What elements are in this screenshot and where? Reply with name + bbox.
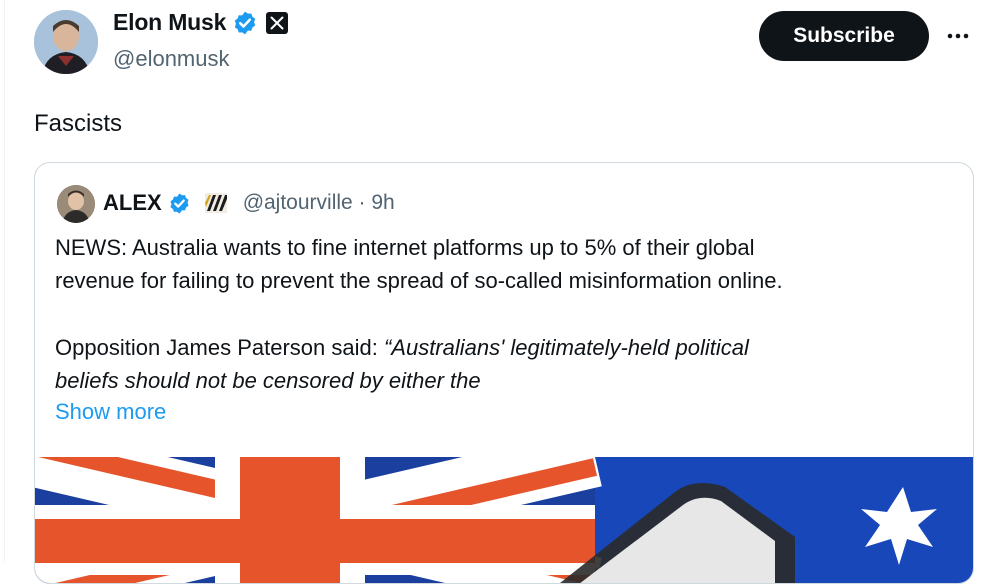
tweet-text: Fascists [34, 110, 123, 137]
quoted-tweet-card[interactable]: ALEX @ajtourville · 9h NEWS: Australia w… [34, 162, 974, 584]
quoted-text-line: revenue for failing to prevent the sprea… [55, 268, 783, 293]
quoted-text-line: beliefs should not be censored by either… [55, 368, 481, 393]
left-divider [4, 0, 5, 563]
author-name[interactable]: Elon Musk [113, 9, 226, 36]
subscribe-button[interactable]: Subscribe [759, 11, 929, 61]
author-name-row: Elon Musk [113, 9, 289, 36]
verified-badge-icon [170, 192, 189, 214]
affiliate-badge-icon [204, 193, 227, 213]
quoted-author-avatar[interactable] [57, 185, 95, 223]
quote-italic: “Australians' legitimately-held politica… [383, 335, 749, 360]
australian-flag-image[interactable] [35, 457, 973, 583]
quoted-text-line: Opposition James Paterson said: “Austral… [55, 331, 749, 364]
quoted-author-handle-time[interactable]: @ajtourville · 9h [243, 191, 395, 215]
quoted-text-line: NEWS: Australia wants to fine internet p… [55, 235, 755, 260]
x-logo-icon [266, 11, 289, 34]
quote-attribution: Opposition James Paterson said: [55, 335, 384, 360]
verified-badge-icon [235, 11, 256, 34]
more-options-icon[interactable] [944, 22, 972, 50]
quoted-author-name[interactable]: ALEX [103, 190, 162, 216]
author-avatar[interactable] [34, 10, 98, 74]
author-handle[interactable]: @elonmusk [113, 46, 230, 72]
show-more-link[interactable]: Show more [55, 399, 166, 425]
quoted-author-row: ALEX @ajtourville · 9h [103, 190, 395, 216]
